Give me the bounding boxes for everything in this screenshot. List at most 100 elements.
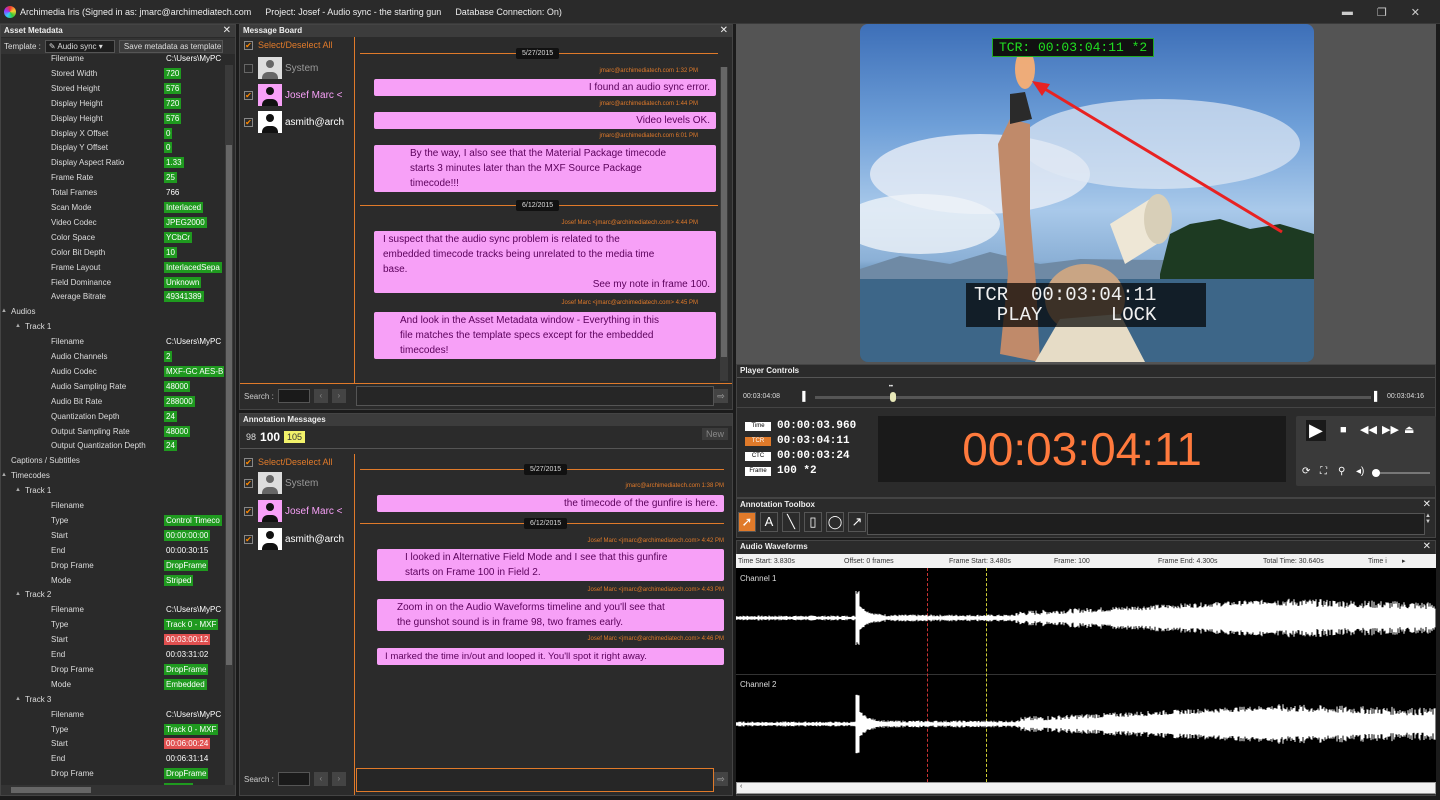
frame-tab[interactable]: 98 [246,432,256,442]
waveform-area[interactable]: Channel 1 Channel 2 [736,568,1436,782]
metadata-row[interactable]: Scan Mode Interlaced [1,201,229,216]
metadata-scrollbar[interactable] [225,65,233,785]
collapse-arrow-icon[interactable]: ▲ [15,323,21,329]
metadata-row[interactable]: Type Control Timeco [1,514,229,529]
user-josef[interactable]: ✔ Josef Marc < [244,83,343,107]
select-all-users[interactable]: ✔ Select/Deselect All [244,37,333,53]
message-scrollbar[interactable] [720,67,728,381]
ellipse-tool-icon[interactable]: ◯ [826,512,844,532]
metadata-row[interactable]: Display X Offset 0 [1,127,229,142]
close-icon[interactable]: ✕ [1423,541,1431,552]
metadata-row[interactable]: Display Aspect Ratio 1.33 [1,156,229,171]
checkbox-icon[interactable]: ✔ [244,90,253,100]
metadata-row[interactable]: Stored Width 720 [1,67,229,82]
metadata-row[interactable]: End 00:00:30:15 [1,544,229,559]
metadata-row[interactable]: Filename C:\Users\MyPC [1,335,229,350]
scroll-left-icon[interactable]: ‹ [740,783,742,790]
metadata-row[interactable]: ▲ Track 3 [1,693,229,708]
eject-icon[interactable]: ⏏ [1404,423,1414,436]
user-system[interactable]: ✔ System [244,471,318,495]
frame-tab-active[interactable]: 100 [260,430,280,444]
timeline-track[interactable]: •• [815,384,1371,402]
user-system[interactable]: System [244,56,318,80]
close-icon[interactable]: ✕ [1411,6,1420,19]
metadata-row[interactable]: Quantization Depth 24 [1,410,229,425]
zoom-icon[interactable]: ⚲ [1338,466,1345,477]
out-marker-icon[interactable]: ▌ [1374,391,1380,401]
checkbox-icon[interactable]: ✔ [244,457,253,467]
metadata-row[interactable]: Display Height 576 [1,112,229,127]
metadata-row[interactable]: Type Track 0 - MXF [1,723,229,738]
checkbox-icon[interactable] [244,63,253,73]
metadata-row[interactable]: Drop Frame DropFrame [1,663,229,678]
metadata-row[interactable]: ▲ Track 1 [1,484,229,499]
in-marker-icon[interactable]: ▐ [799,391,805,401]
collapse-arrow-icon[interactable]: ▲ [15,696,21,702]
search-input[interactable] [277,772,310,786]
metadata-row[interactable]: Start 00:06:00:24 [1,737,229,752]
metadata-row[interactable]: End 00:06:31:14 [1,752,229,767]
metadata-row[interactable]: Color Space YCbCr [1,231,229,246]
metadata-row[interactable]: Total Frames 766 [1,186,229,201]
select-all-users[interactable]: ✔ Select/Deselect All [244,454,333,470]
metadata-row[interactable]: Captions / Subtitles [1,454,229,469]
next-arrow-icon[interactable]: › [331,389,346,403]
user-josef[interactable]: ✔ Josef Marc < [244,499,343,523]
send-icon[interactable]: ⇨ [714,772,728,786]
volume-icon[interactable]: ◂) [1356,466,1364,477]
metadata-row[interactable]: Display Height 720 [1,97,229,112]
metadata-row[interactable]: Start 00:03:00:12 [1,633,229,648]
metadata-row[interactable]: Frame Rate 25 [1,171,229,186]
metadata-row[interactable]: Color Bit Depth 10 [1,246,229,261]
playhead[interactable]: •• [889,384,897,408]
maximize-icon[interactable]: ❐ [1377,6,1387,19]
collapse-arrow-icon[interactable]: ▲ [15,591,21,597]
metadata-row[interactable]: ▲ Track 2 [1,588,229,603]
prev-arrow-icon[interactable]: ‹ [313,772,328,786]
next-arrow-icon[interactable]: › [331,772,346,786]
minimize-icon[interactable]: ▬ [1342,6,1353,19]
metadata-row[interactable]: Average Bitrate 49341389 [1,290,229,305]
metadata-row[interactable]: ▲ Audios [1,305,229,320]
line-tool-icon[interactable]: ╲ [782,512,800,532]
close-icon[interactable]: ✕ [720,25,728,36]
metadata-row[interactable]: Display Y Offset 0 [1,141,229,156]
text-tool-icon[interactable]: A [760,512,778,532]
rewind-icon[interactable]: ◀◀ [1360,423,1377,436]
metadata-row[interactable]: Drop Frame DropFrame [1,767,229,782]
scroll-right-icon[interactable]: ▸ [1402,557,1406,565]
template-select[interactable]: ✎ Audio sync ▾ [44,39,115,53]
play-icon[interactable]: ▶ [1306,420,1326,441]
stop-icon[interactable]: ■ [1340,424,1347,436]
metadata-row[interactable]: Filename C:\Users\MyPC [1,708,229,723]
frame-tab[interactable]: 105 [284,431,306,443]
metadata-row[interactable]: Mode Striped [1,574,229,589]
metadata-row[interactable]: Filename C:\Users\MyPC [1,603,229,618]
metadata-row[interactable]: Type Track 0 - MXF [1,618,229,633]
metadata-row[interactable]: Audio Codec MXF-GC AES-B [1,365,229,380]
metadata-row[interactable]: Filename [1,499,229,514]
checkbox-icon[interactable]: ✔ [244,478,253,488]
select-tool-icon[interactable]: ➚ [738,512,756,532]
metadata-row[interactable]: ▲ Timecodes [1,469,229,484]
rectangle-tool-icon[interactable]: ▯ [804,512,822,532]
user-asmith[interactable]: ✔ asmith@arch [244,110,344,134]
collapse-arrow-icon[interactable]: ▲ [15,487,21,493]
metadata-row[interactable]: Audio Bit Rate 288000 [1,395,229,410]
message-input[interactable] [356,386,714,406]
metadata-row[interactable]: Output Sampling Rate 48000 [1,425,229,440]
close-icon[interactable]: ✕ [1423,499,1431,510]
metadata-row[interactable]: Field Dominance Unknown [1,276,229,291]
horizontal-scrollbar[interactable] [1,785,235,795]
metadata-row[interactable]: Audio Channels 2 [1,350,229,365]
volume-slider[interactable] [1372,469,1430,477]
video-frame[interactable]: TCR: 00:03:04:11 *2 TCR 00:03:04:11 PLAY… [860,24,1314,362]
checkbox-icon[interactable]: ✔ [244,40,253,50]
collapse-arrow-icon[interactable]: ▲ [1,308,7,314]
fullscreen-icon[interactable]: ⛶ [1320,466,1327,477]
metadata-row[interactable]: Frame Layout InterlacedSepa [1,261,229,276]
metadata-row[interactable]: Filename C:\Users\MyPC [1,54,229,67]
checkbox-icon[interactable]: ✔ [244,117,253,127]
metadata-row[interactable]: ▲ Track 1 [1,320,229,335]
metadata-row[interactable]: Video Codec JPEG2000 [1,216,229,231]
